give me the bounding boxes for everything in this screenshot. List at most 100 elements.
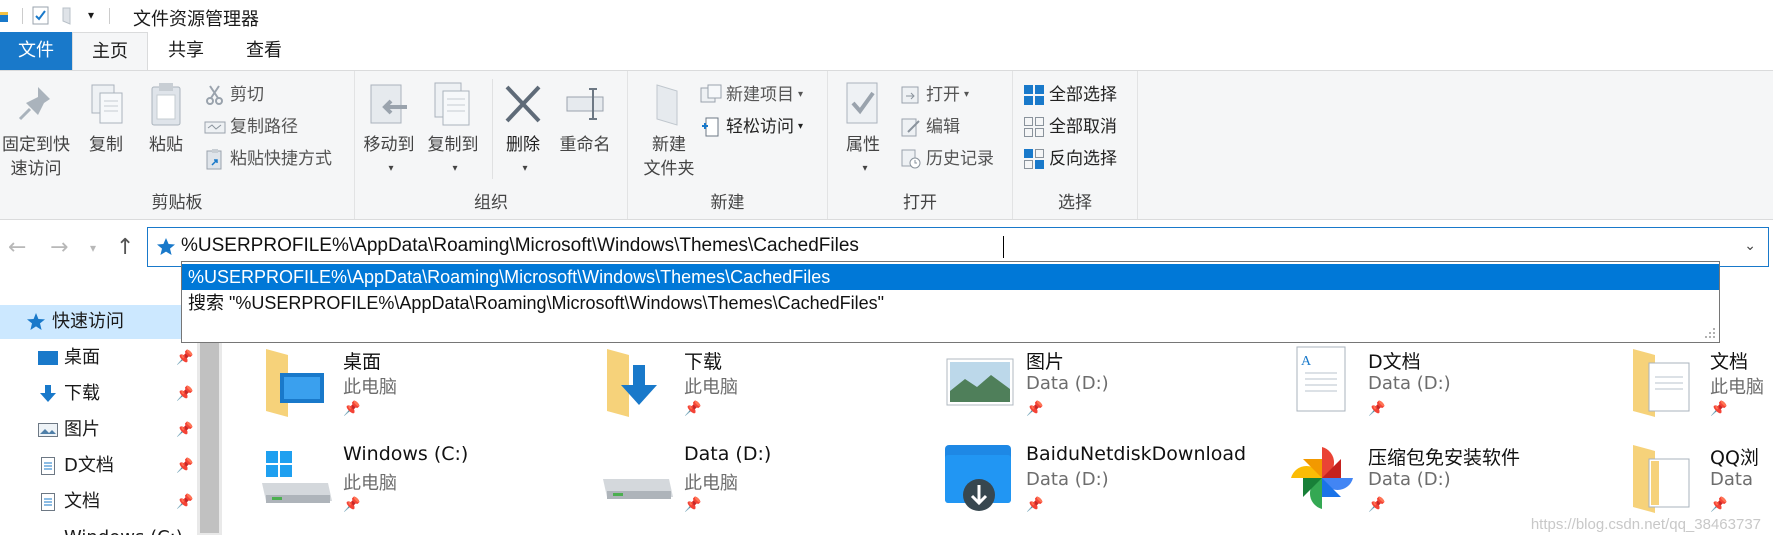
- rename-icon: [566, 88, 604, 120]
- tab-share[interactable]: 共享: [148, 32, 224, 70]
- select-none-label: 全部取消: [1049, 117, 1117, 137]
- nav-item-d-documents[interactable]: D文档 📌: [0, 449, 195, 483]
- tile-name: Windows (C:): [343, 443, 469, 465]
- tile-name: 桌面: [343, 351, 382, 373]
- download-folder-icon: [607, 349, 657, 417]
- copy-button[interactable]: 复制: [80, 81, 132, 157]
- quick-access-content: 桌面 此电脑 📌 下载 此电脑 📌 图片 Data (D:) 📌 A D文档 D…: [222, 343, 1773, 535]
- properties-check-icon[interactable]: [32, 6, 50, 26]
- tab-view[interactable]: 查看: [224, 32, 304, 70]
- properties-button[interactable]: 属性 ▾: [838, 81, 888, 181]
- pin-label-line1: 固定到快: [2, 135, 70, 155]
- nav-item-quick-access[interactable]: 快速访问: [0, 305, 195, 339]
- easy-access-icon: [700, 116, 722, 138]
- tile-name: D文档: [1368, 351, 1421, 373]
- pin-icon[interactable]: 📌: [176, 341, 193, 375]
- delete-x-icon: [505, 85, 541, 123]
- tile-data-d[interactable]: Data (D:) 此电脑 📌: [599, 439, 939, 535]
- copy-to-button[interactable]: 复制到 ▾: [423, 81, 483, 181]
- nav-item-downloads[interactable]: 下载 📌: [0, 377, 195, 411]
- open-dropdown-icon: ▾: [964, 89, 970, 100]
- tile-name: Data (D:): [684, 443, 772, 465]
- address-dropdown-chevron-icon[interactable]: ⌄: [1744, 238, 1756, 254]
- new-folder-quick-icon[interactable]: [60, 6, 76, 26]
- new-group: 新建 文件夹 新建项目 ▾ 轻松访问 ▾ 新建: [628, 71, 828, 219]
- tile-pictures[interactable]: 图片 Data (D:) 📌: [941, 343, 1281, 439]
- tile-location: Data (D:): [1026, 373, 1109, 394]
- pin-icon: 📌: [1026, 497, 1044, 513]
- move-to-label: 移动到: [363, 135, 415, 155]
- tile-name: 图片: [1026, 351, 1065, 373]
- desktop-folder-icon: [266, 349, 324, 417]
- pin-icon[interactable]: 📌: [176, 449, 193, 483]
- select-all-icon: [1023, 84, 1045, 106]
- invert-selection-icon: [1023, 148, 1045, 170]
- nav-item-label: 快速访问: [52, 311, 124, 332]
- paste-shortcut-label: 粘贴快捷方式: [230, 149, 332, 169]
- organize-group: 移动到 ▾ 复制到 ▾ 删除 ▾ 重命名 组织: [355, 71, 628, 219]
- tile-desktop[interactable]: 桌面 此电脑 📌: [258, 343, 598, 439]
- paste-button[interactable]: 粘贴: [140, 81, 192, 157]
- tab-home[interactable]: 主页: [72, 32, 148, 70]
- tile-documents[interactable]: 文档 此电脑 📌: [1625, 343, 1773, 439]
- tile-location: 此电脑: [684, 377, 738, 398]
- delete-button[interactable]: 删除 ▾: [497, 81, 549, 181]
- open-icon: [900, 84, 922, 106]
- quick-access-dropdown-icon[interactable]: ▾: [88, 8, 94, 22]
- new-folder-button[interactable]: 新建 文件夹: [636, 81, 702, 181]
- resize-grip-icon[interactable]: [1704, 327, 1716, 339]
- scrollbar-thumb[interactable]: [200, 313, 219, 533]
- new-item-button[interactable]: 新建项目 ▾: [700, 81, 803, 109]
- cut-button[interactable]: 剪切: [204, 81, 264, 109]
- pin-icon: 📌: [684, 401, 702, 417]
- invert-selection-button[interactable]: 反向选择: [1023, 145, 1117, 173]
- address-input[interactable]: %USERPROFILE%\AppData\Roaming\Microsoft\…: [181, 235, 859, 257]
- tile-baidunetdiskdownload[interactable]: BaiduNetdiskDownload Data (D:) 📌: [941, 439, 1281, 535]
- select-none-button[interactable]: 全部取消: [1023, 113, 1117, 141]
- up-arrow-icon[interactable]: ↑: [116, 235, 134, 260]
- back-arrow-icon[interactable]: ←: [8, 235, 26, 260]
- pin-icon[interactable]: 📌: [176, 377, 193, 411]
- search-suggestion-item[interactable]: 搜索 "%USERPROFILE%\AppData\Roaming\Micros…: [182, 290, 1719, 316]
- history-label: 历史记录: [926, 149, 994, 169]
- document-icon: [41, 457, 55, 475]
- tile-location: Data (D:): [1368, 373, 1451, 394]
- tab-file[interactable]: 文件: [0, 32, 72, 70]
- rename-button[interactable]: 重命名: [553, 81, 617, 157]
- tile-downloads[interactable]: 下载 此电脑 📌: [599, 343, 939, 439]
- copy-path-button[interactable]: 复制路径: [204, 113, 298, 141]
- nav-item-documents[interactable]: 文档 📌: [0, 485, 195, 519]
- history-button[interactable]: 历史记录: [900, 145, 994, 173]
- pin-icon[interactable]: 📌: [176, 485, 193, 519]
- copy-icon: [91, 84, 123, 124]
- easy-access-button[interactable]: 轻松访问 ▾: [700, 113, 803, 141]
- suggestion-item[interactable]: %USERPROFILE%\AppData\Roaming\Microsoft\…: [182, 264, 1719, 290]
- edit-button[interactable]: 编辑: [900, 113, 960, 141]
- easy-access-dropdown-icon: ▾: [798, 121, 804, 132]
- move-to-button[interactable]: 移动到 ▾: [359, 81, 419, 181]
- nav-item-windows-c[interactable]: Windows (C:): [0, 521, 195, 535]
- pictures-icon: [946, 358, 1014, 406]
- forward-arrow-icon[interactable]: →: [50, 235, 68, 260]
- window-title: 文件资源管理器: [133, 9, 259, 30]
- pin-to-quick-access-button[interactable]: 固定到快 速访问: [0, 81, 72, 181]
- easy-access-label: 轻松访问: [726, 117, 794, 137]
- recent-locations-chevron-icon[interactable]: ▾: [90, 241, 96, 255]
- open-button[interactable]: 打开 ▾: [900, 81, 969, 109]
- history-icon: [900, 148, 922, 170]
- tile-d-documents[interactable]: A D文档 Data (D:) 📌: [1283, 343, 1623, 439]
- nav-item-pictures[interactable]: 图片 📌: [0, 413, 195, 447]
- paste-label: 粘贴: [149, 135, 183, 155]
- nav-item-label: 图片: [64, 419, 100, 440]
- pin-icon: 📌: [343, 497, 361, 513]
- paste-shortcut-button[interactable]: 粘贴快捷方式: [204, 145, 332, 173]
- select-all-button[interactable]: 全部选择: [1023, 81, 1117, 109]
- text-caret: [1003, 236, 1004, 258]
- pin-icon[interactable]: 📌: [176, 413, 193, 447]
- nav-item-desktop[interactable]: 桌面 📌: [0, 341, 195, 375]
- tile-location: 此电脑: [684, 473, 738, 494]
- tile-location: Data: [1710, 469, 1753, 490]
- ribbon: 固定到快 速访问 复制 粘贴 剪切 复制路径 粘贴快捷方式 剪贴板 移动到 ▾: [0, 70, 1773, 220]
- document-icon: [41, 493, 55, 511]
- tile-windows-c[interactable]: Windows (C:) 此电脑 📌: [258, 439, 598, 535]
